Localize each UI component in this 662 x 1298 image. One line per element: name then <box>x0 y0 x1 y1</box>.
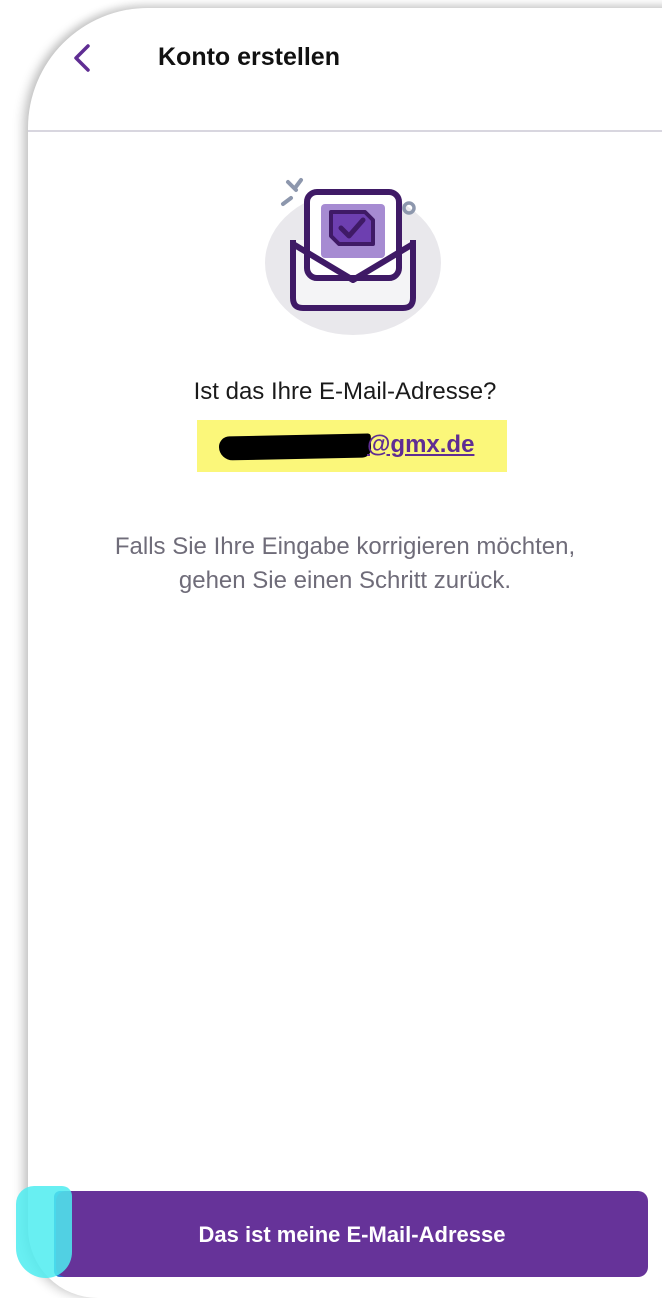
confirmation-question: Ist das Ihre E-Mail-Adresse? <box>193 378 497 405</box>
email-address-domain: @gmx.de <box>367 431 475 458</box>
redaction-mark <box>218 433 372 461</box>
correction-hint: Falls Sie Ihre Eingabe korrigieren möcht… <box>28 530 662 598</box>
confirm-email-button-label: Das ist meine E-Mail-Adresse <box>198 1222 506 1247</box>
hint-line-2: gehen Sie einen Schritt zurück. <box>178 567 512 594</box>
hint-line-1: Falls Sie Ihre Eingabe korrigieren möcht… <box>114 533 576 560</box>
touch-highlight-mark <box>16 1186 72 1278</box>
page-title: Konto erstellen <box>158 43 340 71</box>
top-app-bar: Konto erstellen <box>28 8 662 130</box>
header-divider <box>28 130 662 132</box>
chevron-left-icon <box>74 44 90 72</box>
confirm-email-button[interactable]: Das ist meine E-Mail-Adresse <box>56 1191 648 1277</box>
app-screen: Konto erstellen Ist das Ihre E-Mail-Adre… <box>28 8 662 1298</box>
envelope-check-icon <box>265 178 441 335</box>
back-button[interactable] <box>64 38 104 78</box>
email-highlight: @gmx.de <box>197 420 507 472</box>
